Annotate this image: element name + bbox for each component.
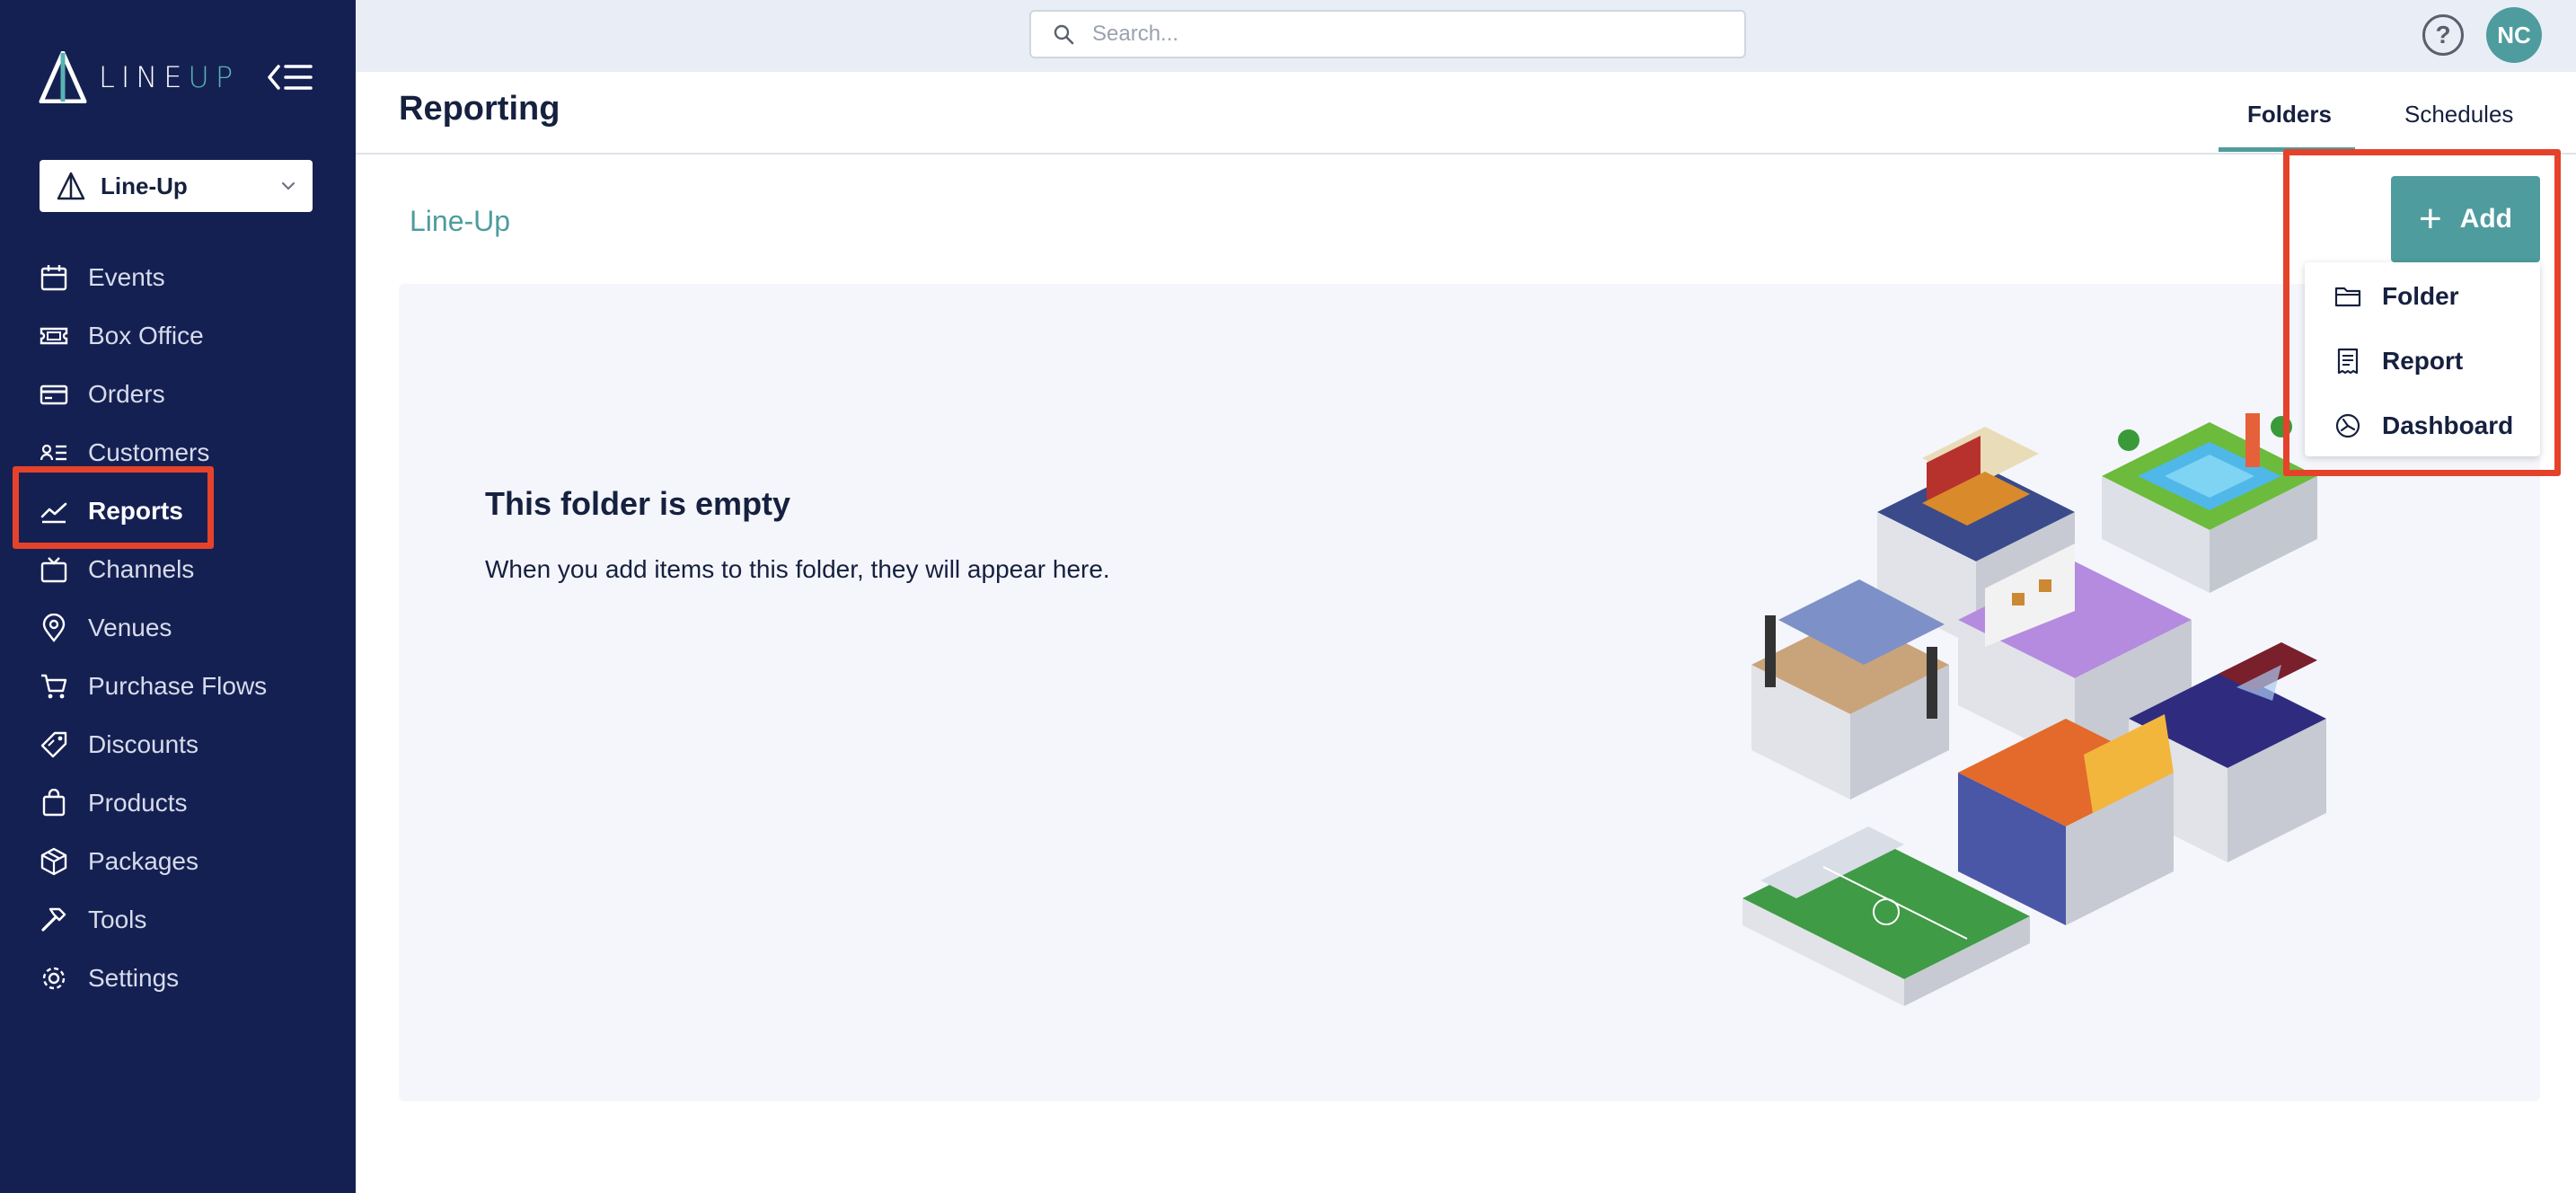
sidebar-item-box-office[interactable]: Box Office	[0, 306, 356, 365]
contact-card-icon	[38, 437, 70, 469]
lineup-logo[interactable]: LINEUP	[38, 50, 239, 104]
menu-item-label: Report	[2382, 347, 2464, 375]
sidebar-item-venues[interactable]: Venues	[0, 598, 356, 657]
folder-icon	[2334, 287, 2361, 307]
empty-state-title: This folder is empty	[485, 485, 791, 522]
report-document-icon	[2337, 348, 2359, 375]
tab-schedules[interactable]: Schedules	[2404, 101, 2513, 128]
sidebar-item-label: Products	[88, 788, 188, 817]
search-bar[interactable]	[1029, 10, 1746, 58]
shopping-bag-icon	[38, 787, 70, 819]
credit-card-icon	[38, 378, 70, 411]
lineup-logo-icon	[39, 51, 87, 103]
sidebar: LINEUP Line-Up Events Box Office Orders …	[0, 0, 356, 1193]
hammer-icon	[38, 904, 70, 936]
search-input[interactable]	[1092, 22, 1703, 47]
plus-icon: +	[2418, 197, 2442, 241]
empty-state-description: When you add items to this folder, they …	[485, 555, 1110, 583]
page-title: Reporting	[399, 90, 560, 128]
sidebar-item-customers[interactable]: Customers	[0, 423, 356, 482]
sidebar-item-label: Channels	[88, 554, 195, 583]
user-avatar[interactable]: NC	[2486, 7, 2542, 63]
sidebar-item-discounts[interactable]: Discounts	[0, 715, 356, 773]
breadcrumb[interactable]: Line-Up	[410, 205, 510, 238]
sidebar-item-label: Reports	[88, 496, 183, 525]
sidebar-item-purchase-flows[interactable]: Purchase Flows	[0, 657, 356, 715]
sidebar-item-label: Purchase Flows	[88, 671, 268, 700]
menu-item-dashboard[interactable]: Dashboard	[2305, 395, 2540, 456]
top-bar: ? NC	[356, 0, 2576, 72]
menu-item-report[interactable]: Report	[2305, 331, 2540, 392]
sidebar-item-reports[interactable]: Reports	[0, 482, 356, 540]
sidebar-item-label: Discounts	[88, 729, 198, 758]
sidebar-item-packages[interactable]: Packages	[0, 832, 356, 890]
sidebar-item-orders[interactable]: Orders	[0, 365, 356, 423]
cart-icon	[38, 670, 70, 703]
tabs-divider	[356, 153, 2576, 155]
calendar-icon	[38, 261, 70, 294]
auditorium-block	[1958, 714, 2174, 925]
sidebar-item-label: Events	[88, 262, 165, 291]
org-name: Line-Up	[101, 172, 188, 199]
chevron-down-icon	[281, 181, 296, 190]
tag-icon	[38, 729, 70, 761]
sidebar-item-channels[interactable]: Channels	[0, 540, 356, 598]
sidebar-item-settings[interactable]: Settings	[0, 949, 356, 1007]
collapse-sidebar-button[interactable]	[268, 59, 314, 95]
venues-illustration	[1742, 413, 2326, 1006]
trend-chart-icon	[38, 495, 70, 527]
collapse-menu-icon	[268, 65, 313, 90]
search-icon	[1054, 24, 1074, 45]
sidebar-item-label: Customers	[88, 437, 210, 466]
dashboard-gauge-icon	[2335, 413, 2360, 438]
sidebar-item-label: Orders	[88, 379, 165, 408]
sidebar-item-events[interactable]: Events	[0, 248, 356, 306]
add-button-label: Add	[2459, 204, 2513, 234]
tv-icon	[38, 553, 70, 586]
concert-block	[1751, 579, 1949, 800]
sidebar-item-label: Settings	[88, 963, 180, 992]
sidebar-item-label: Venues	[88, 613, 172, 641]
ticket-icon	[38, 320, 70, 352]
menu-item-folder[interactable]: Folder	[2305, 266, 2540, 327]
package-icon	[38, 845, 70, 878]
map-pin-icon	[38, 612, 70, 644]
org-selector[interactable]: Line-Up	[40, 160, 313, 212]
gear-icon	[38, 962, 70, 994]
add-dropdown-menu: Folder Report Dashboard	[2305, 262, 2540, 456]
help-icon[interactable]: ?	[2422, 14, 2464, 56]
pool-block	[2102, 413, 2317, 593]
menu-item-label: Folder	[2382, 282, 2459, 310]
sidebar-item-products[interactable]: Products	[0, 773, 356, 832]
logo-text: LINEUP	[99, 60, 240, 94]
tab-folders[interactable]: Folders	[2247, 101, 2332, 128]
sidebar-item-tools[interactable]: Tools	[0, 890, 356, 949]
add-button[interactable]: + Add	[2391, 176, 2540, 262]
menu-item-label: Dashboard	[2382, 411, 2514, 439]
active-tab-indicator	[2219, 147, 2355, 152]
sidebar-item-label: Box Office	[88, 321, 204, 349]
sidebar-item-label: Packages	[88, 846, 198, 875]
org-logo-icon	[57, 172, 85, 200]
sidebar-item-label: Tools	[88, 905, 147, 933]
